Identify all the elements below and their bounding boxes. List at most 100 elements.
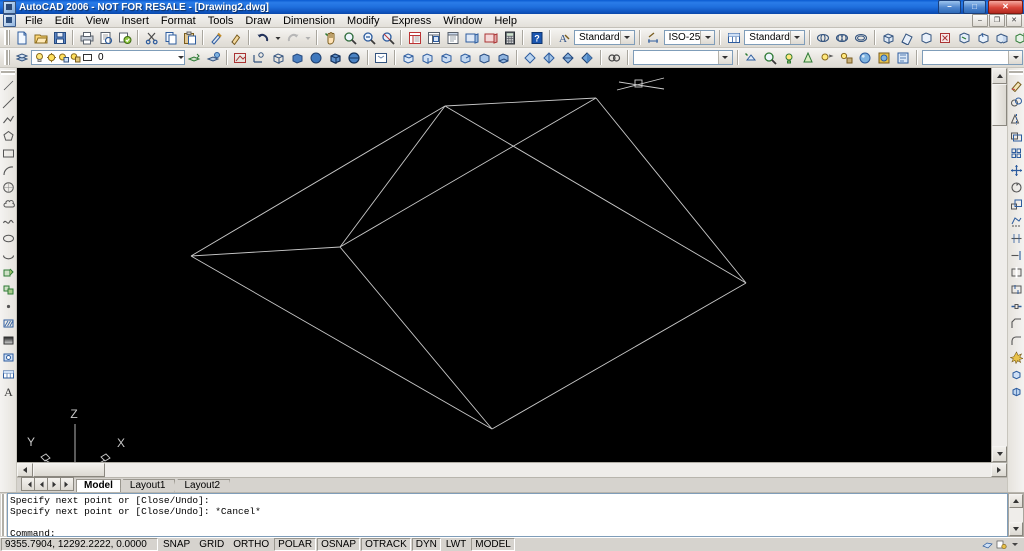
- visual-styles-manager-icon[interactable]: [605, 49, 624, 67]
- designcenter-icon[interactable]: [424, 29, 443, 47]
- prev-tab-button[interactable]: [34, 477, 48, 491]
- scroll-down-button[interactable]: [992, 446, 1007, 462]
- copy-icon[interactable]: [161, 29, 180, 47]
- extend-tool[interactable]: [1008, 247, 1024, 264]
- zoom-previous-icon[interactable]: [378, 29, 397, 47]
- horizontal-scroll-thumb[interactable]: [33, 463, 105, 477]
- visual-3d-wireframe-icon[interactable]: [540, 49, 559, 67]
- tray-settings-icon[interactable]: [1009, 539, 1021, 550]
- zoom-window-icon[interactable]: [359, 29, 378, 47]
- menu-item-modify[interactable]: Modify: [341, 14, 385, 28]
- redo-dropdown-icon[interactable]: [302, 29, 313, 47]
- horizontal-scrollbar[interactable]: [17, 462, 1007, 477]
- light-list-icon[interactable]: [837, 49, 856, 67]
- array-tool[interactable]: [1008, 145, 1024, 162]
- mdi-close-button[interactable]: ✕: [1006, 14, 1022, 27]
- 3d-views-icon[interactable]: [269, 49, 288, 67]
- workspace-2-icon[interactable]: [833, 29, 852, 47]
- chevron-down-icon[interactable]: [619, 31, 634, 44]
- hatch-tool[interactable]: [0, 315, 17, 332]
- view-top-icon[interactable]: [475, 49, 494, 67]
- sun-snowflake-icon[interactable]: [46, 52, 57, 63]
- named-views-icon[interactable]: [231, 49, 250, 67]
- polyline-tool[interactable]: [0, 111, 17, 128]
- properties-icon[interactable]: [405, 29, 424, 47]
- toolbar-grip[interactable]: [4, 50, 10, 65]
- viewport-single-icon[interactable]: [372, 49, 391, 67]
- view-nwiso-icon[interactable]: [456, 49, 475, 67]
- revision-cloud-tool[interactable]: [0, 196, 17, 213]
- status-toggle-osnap[interactable]: OSNAP: [317, 538, 361, 551]
- help-icon[interactable]: ?: [527, 29, 546, 47]
- join-tool[interactable]: [1008, 298, 1024, 315]
- manage-xrefs-icon[interactable]: [995, 539, 1007, 550]
- menu-item-help[interactable]: Help: [488, 14, 523, 28]
- construction-line-tool[interactable]: [0, 94, 17, 111]
- fillet-tool[interactable]: [1008, 332, 1024, 349]
- rotate-tool[interactable]: [1008, 179, 1024, 196]
- materials-edit-icon[interactable]: [875, 49, 894, 67]
- scroll-up-button[interactable]: [992, 68, 1007, 84]
- status-toggle-ortho[interactable]: ORTHO: [229, 538, 273, 551]
- sun-viewport-icon[interactable]: [58, 52, 69, 63]
- shade-flat-icon[interactable]: [288, 49, 307, 67]
- 3d-pyramid-icon[interactable]: [993, 29, 1012, 47]
- tab-layout2[interactable]: Layout2: [174, 479, 231, 492]
- plot-icon[interactable]: [77, 29, 96, 47]
- secondary-dropdown[interactable]: [921, 50, 1023, 65]
- table-tool[interactable]: [0, 366, 17, 383]
- make-block-tool[interactable]: [0, 281, 17, 298]
- render-window-icon[interactable]: [761, 49, 780, 67]
- vertical-scroll-thumb[interactable]: [992, 84, 1007, 126]
- maximize-button[interactable]: □: [963, 0, 986, 14]
- status-toggle-dyn[interactable]: DYN: [411, 538, 441, 551]
- ucs-icon[interactable]: [250, 49, 269, 67]
- vertical-scrollbar[interactable]: [991, 68, 1007, 462]
- toolbar-grip[interactable]: [4, 30, 10, 45]
- toolbar-grip[interactable]: [1, 70, 15, 75]
- mdi-minimize-button[interactable]: –: [972, 14, 988, 27]
- new-icon[interactable]: [12, 29, 31, 47]
- close-button[interactable]: ✕: [988, 0, 1023, 14]
- pan-realtime-icon[interactable]: [321, 29, 340, 47]
- calculator-icon[interactable]: [500, 29, 519, 47]
- communication-center-icon[interactable]: [981, 539, 993, 550]
- match-properties-icon[interactable]: [207, 29, 226, 47]
- visual-3d-hidden-icon[interactable]: [559, 49, 578, 67]
- chevron-down-icon[interactable]: [178, 56, 184, 59]
- circle-tool[interactable]: [0, 179, 17, 196]
- status-toggle-model[interactable]: MODEL: [471, 538, 515, 551]
- 3d-orbit-tool[interactable]: [1008, 366, 1024, 383]
- region-tool[interactable]: [0, 349, 17, 366]
- model-space-canvas[interactable]: Z Y X: [17, 68, 991, 462]
- sheet-set-manager-icon[interactable]: [462, 29, 481, 47]
- cut-icon[interactable]: [142, 29, 161, 47]
- layer-make-current-icon[interactable]: [204, 49, 223, 67]
- workspace-1-icon[interactable]: [814, 29, 833, 47]
- scroll-left-button[interactable]: [17, 463, 33, 477]
- view-bottom-icon[interactable]: [494, 49, 513, 67]
- menu-item-dimension[interactable]: Dimension: [277, 14, 341, 28]
- point-tool[interactable]: [0, 298, 17, 315]
- save-icon[interactable]: [50, 29, 69, 47]
- dimension-style-dropdown[interactable]: ISO-25: [663, 30, 716, 45]
- command-scrollbar[interactable]: [1008, 493, 1024, 537]
- status-toggle-otrack[interactable]: OTRACK: [361, 538, 411, 551]
- break-tool[interactable]: [1008, 281, 1024, 298]
- publish-icon[interactable]: [115, 29, 134, 47]
- layer-color-swatch[interactable]: [82, 52, 93, 63]
- 3d-box-icon[interactable]: [879, 29, 898, 47]
- shade-gouraud-edges-icon[interactable]: [345, 49, 364, 67]
- ellipse-arc-tool[interactable]: [0, 247, 17, 264]
- menu-item-view[interactable]: View: [80, 14, 116, 28]
- menu-item-express[interactable]: Express: [385, 14, 437, 28]
- multiline-text-tool[interactable]: A: [0, 383, 17, 400]
- 3d-torus-icon[interactable]: [974, 29, 993, 47]
- plot-preview-icon[interactable]: [96, 29, 115, 47]
- markup-set-manager-icon[interactable]: [481, 29, 500, 47]
- copy-tool[interactable]: [1008, 94, 1024, 111]
- first-tab-button[interactable]: [21, 477, 35, 491]
- polygon-tool[interactable]: [0, 128, 17, 145]
- horizontal-scroll-track[interactable]: [33, 463, 991, 477]
- materials-icon[interactable]: [856, 49, 875, 67]
